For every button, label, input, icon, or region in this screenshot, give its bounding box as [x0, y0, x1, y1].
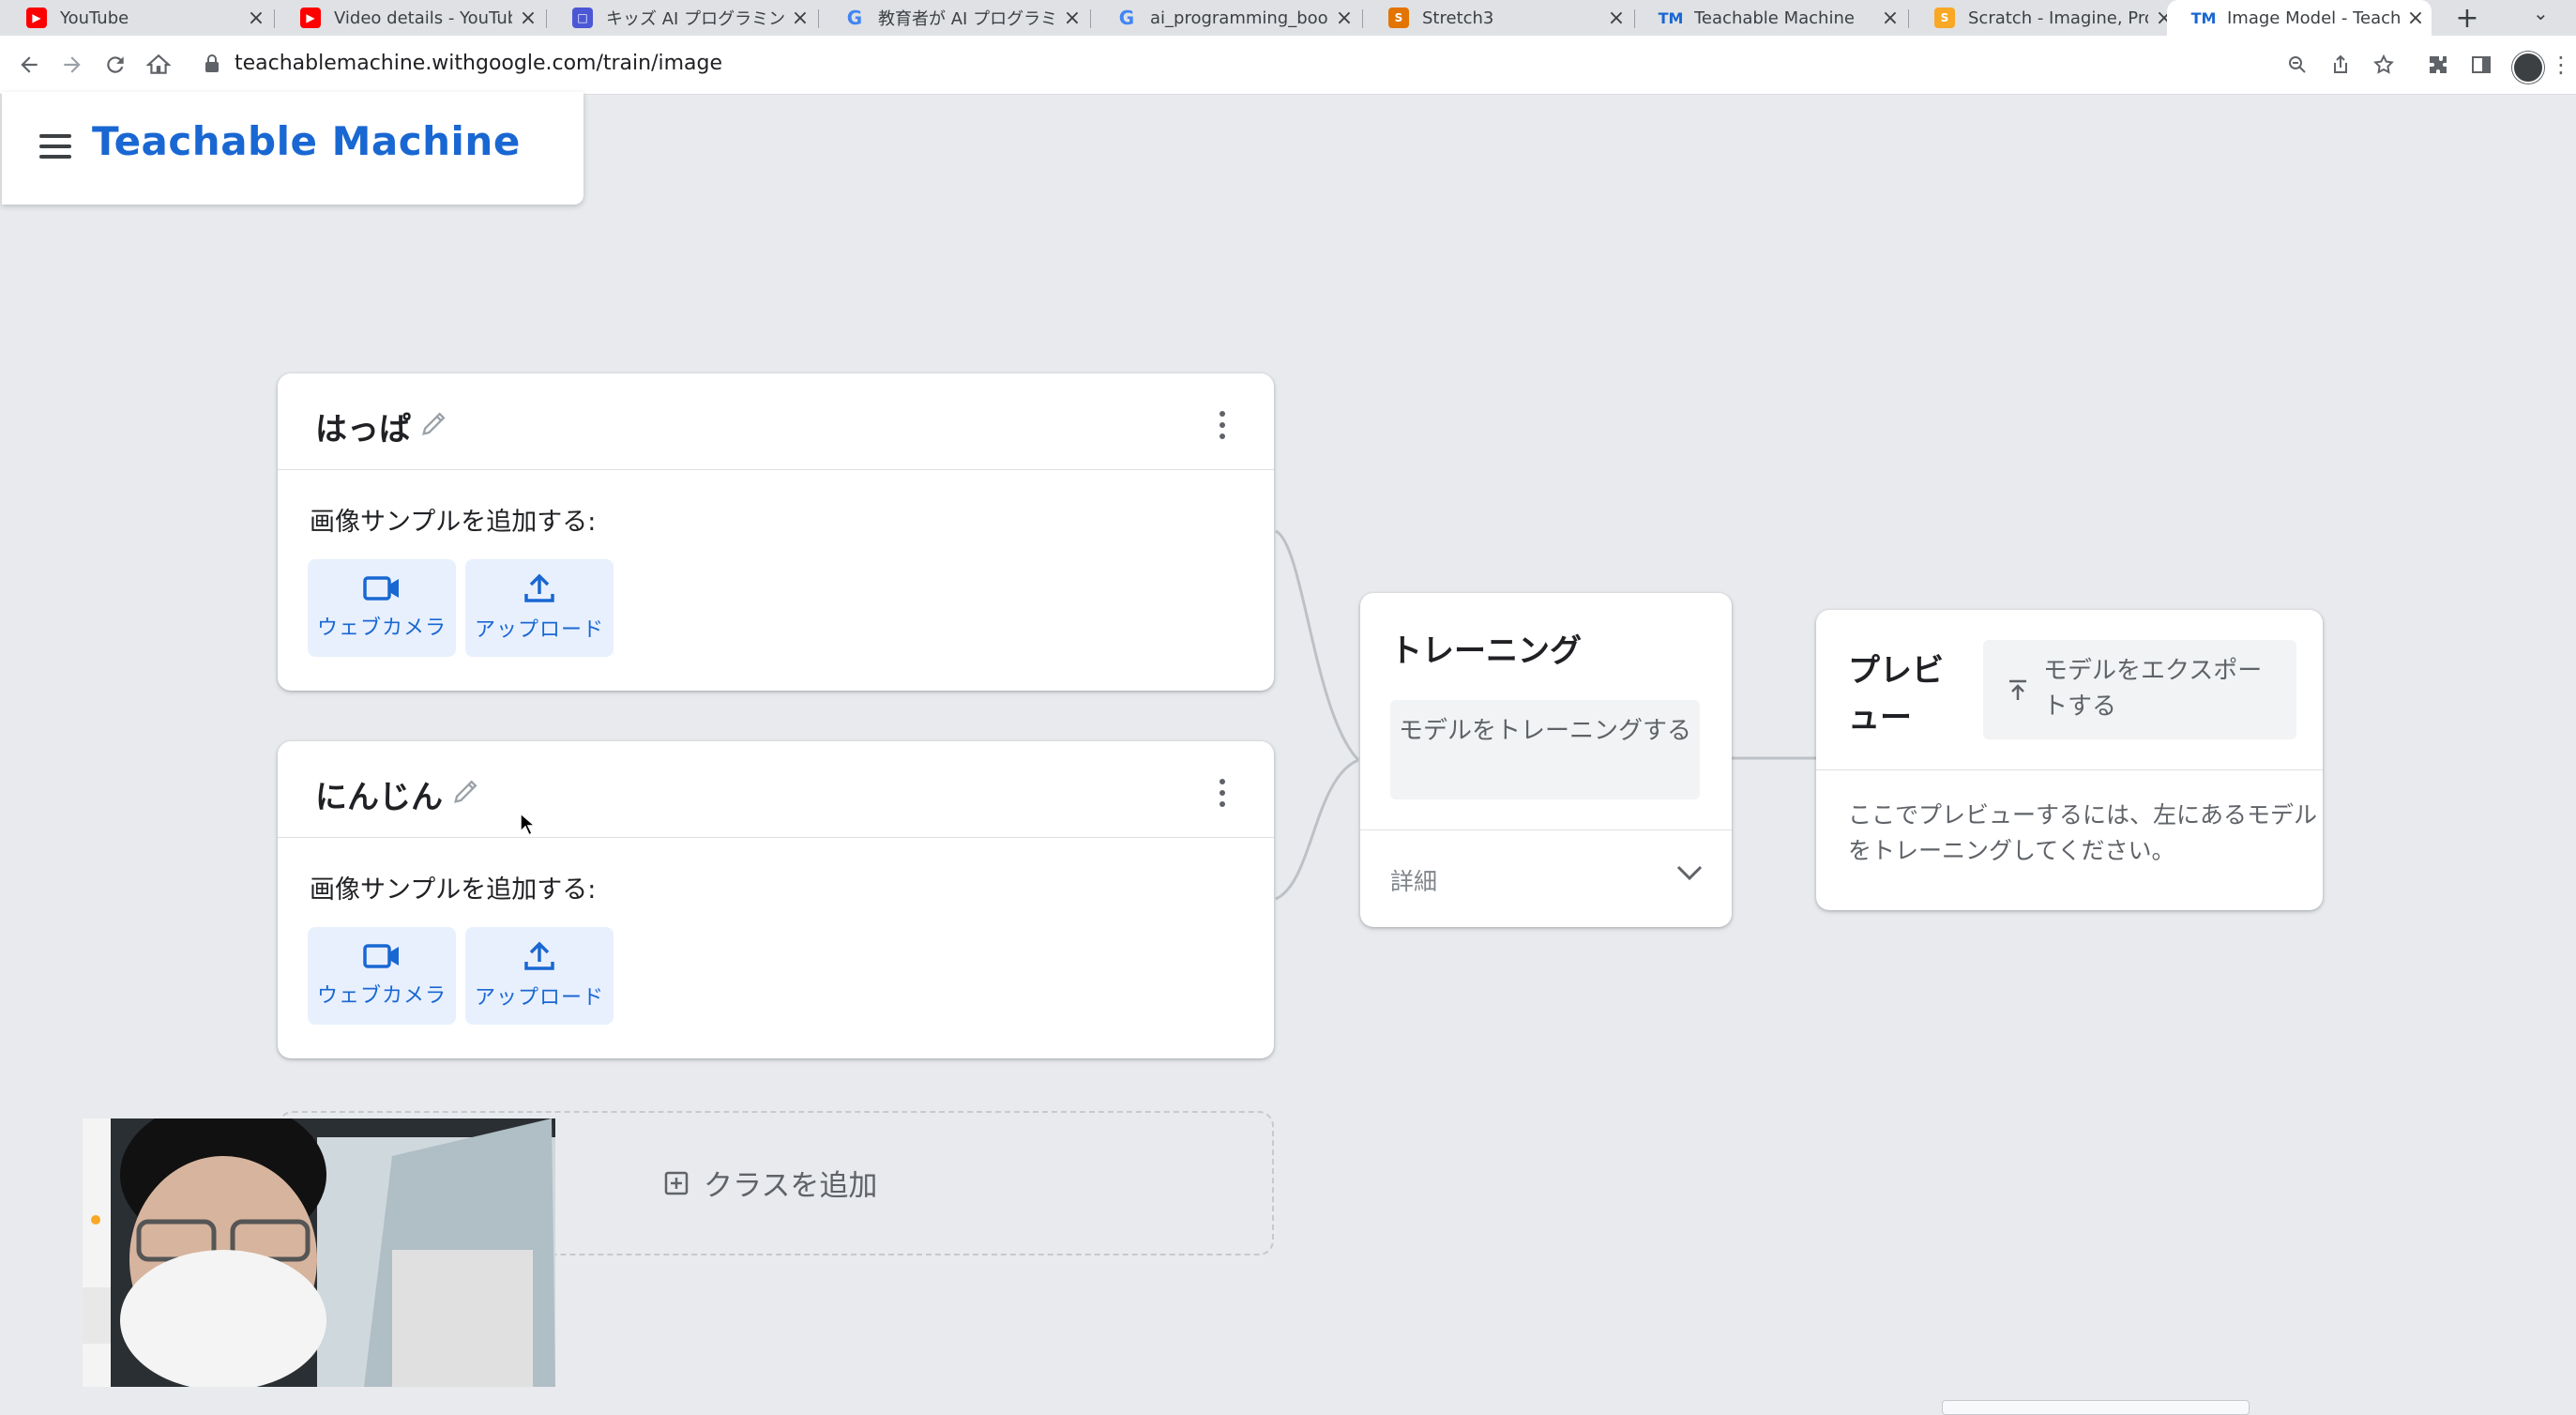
class-card-2: にんじん 画像サンプルを追加する: ウェブカメラ アップロード	[278, 741, 1274, 1058]
more-options-icon[interactable]	[1220, 779, 1227, 807]
video-camera-icon	[363, 944, 399, 968]
upload-button[interactable]: アップロード	[465, 559, 614, 657]
webcam-label: ウェブカメラ	[316, 616, 447, 640]
preview-card: プレビュー モデルをエクスポートする ここでプレビューするには、左にあるモデルを…	[1816, 610, 2323, 910]
class-name-1[interactable]: はっぱ	[315, 403, 411, 449]
preview-title: プレビュー	[1848, 652, 1944, 737]
connector-class2-to-training	[1275, 758, 1359, 901]
webcam-button[interactable]: ウェブカメラ	[308, 559, 456, 657]
divider	[1360, 829, 1732, 830]
connector-class1-to-training	[1275, 529, 1360, 762]
add-class-label: クラスを追加	[704, 1169, 878, 1203]
add-box-icon	[664, 1171, 689, 1194]
presenter-webcam-feed	[83, 1118, 555, 1387]
divider	[278, 469, 1274, 470]
more-options-icon[interactable]	[1220, 411, 1227, 439]
upload-label: アップロード	[474, 618, 604, 642]
advanced-details-label[interactable]: 詳細	[1390, 863, 1437, 897]
pencil-edit-icon[interactable]	[450, 775, 482, 807]
divider	[1816, 769, 2323, 770]
export-model-label: モデルをエクスポートする	[2043, 657, 2263, 721]
upload-button[interactable]: アップロード	[465, 927, 614, 1025]
chevron-down-icon[interactable]	[1675, 863, 1704, 882]
upload-icon	[524, 573, 554, 602]
class-name-2[interactable]: にんじん	[315, 771, 443, 817]
webcam-label: ウェブカメラ	[316, 984, 447, 1008]
training-title: トレーニング	[1390, 632, 1582, 670]
pencil-edit-icon[interactable]	[418, 407, 450, 439]
divider	[278, 837, 1274, 838]
bottom-input-edge	[1942, 1400, 2250, 1415]
export-model-button[interactable]: モデルをエクスポートする	[1983, 640, 2296, 739]
export-icon	[2009, 679, 2026, 700]
upload-icon	[524, 941, 554, 970]
samples-label: 画像サンプルを追加する:	[310, 508, 597, 537]
train-model-button[interactable]: モデルをトレーニングする	[1390, 700, 1700, 799]
preview-empty-message: ここでプレビューするには、左にあるモデルをトレーニングしてください。	[1848, 801, 2318, 864]
video-camera-icon	[363, 576, 399, 601]
samples-label: 画像サンプルを追加する:	[310, 875, 597, 905]
mouse-cursor-icon	[520, 813, 537, 837]
class-card-1: はっぱ 画像サンプルを追加する: ウェブカメラ アップロード	[278, 373, 1274, 691]
upload-label: アップロード	[474, 986, 604, 1010]
training-card: トレーニング モデルをトレーニングする 詳細	[1360, 593, 1732, 927]
webcam-button[interactable]: ウェブカメラ	[308, 927, 456, 1025]
presenter-video-frame	[83, 1118, 555, 1387]
